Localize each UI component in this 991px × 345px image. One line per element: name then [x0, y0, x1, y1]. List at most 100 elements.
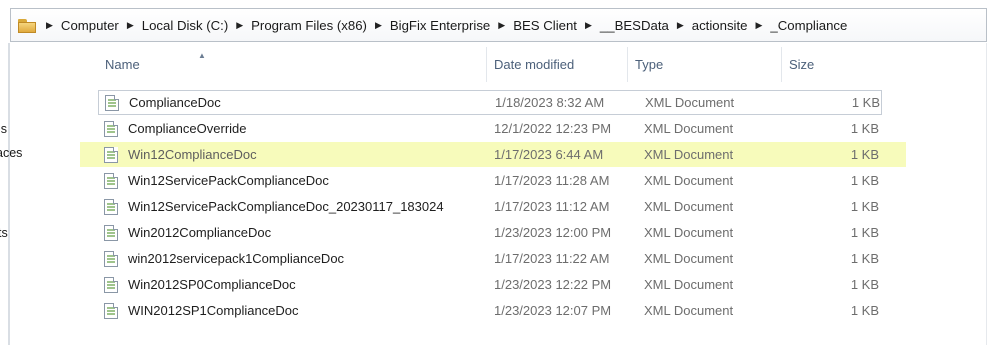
breadcrumb-besdata[interactable]: ▶ __BESData: [577, 18, 669, 33]
breadcrumb-computer[interactable]: ▶ Computer: [38, 18, 119, 33]
breadcrumb-label[interactable]: __BESData: [600, 18, 669, 33]
file-row[interactable]: WIN2012SP1ComplianceDoc 1/23/2023 12:07 …: [98, 298, 882, 323]
file-date: 1/17/2023 11:22 AM: [494, 251, 610, 266]
xml-file-icon: [104, 120, 118, 137]
chevron-right-icon[interactable]: ▶: [46, 20, 53, 31]
file-name: Win2012ComplianceDoc: [128, 225, 272, 240]
chevron-right-icon[interactable]: ▶: [498, 20, 505, 31]
file-date: 1/18/2023 8:32 AM: [495, 95, 605, 110]
file-size: 1 KB: [850, 277, 879, 292]
file-name: ComplianceDoc: [129, 95, 221, 110]
file-size: 1 KB: [850, 147, 879, 162]
chevron-right-icon[interactable]: ▶: [127, 20, 134, 31]
breadcrumb-bigfix[interactable]: ▶ BigFix Enterprise: [367, 18, 490, 33]
file-date: 1/23/2023 12:07 PM: [494, 303, 612, 318]
column-header-label: Size: [789, 57, 815, 72]
breadcrumb-label[interactable]: _Compliance: [770, 18, 847, 33]
file-name: Win2012SP0ComplianceDoc: [128, 277, 296, 292]
file-size: 1 KB: [850, 173, 879, 188]
file-row[interactable]: win2012servicepack1ComplianceDoc 1/17/20…: [98, 246, 882, 271]
file-name-cell[interactable]: WIN2012SP1ComplianceDoc: [104, 298, 299, 323]
column-header-label: Type: [635, 57, 664, 72]
column-header-name[interactable]: Name: [98, 47, 487, 82]
file-name-cell[interactable]: win2012servicepack1ComplianceDoc: [104, 246, 344, 271]
file-name-cell[interactable]: Win12ServicePackComplianceDoc: [104, 168, 329, 193]
file-size: 1 KB: [850, 199, 879, 214]
nav-pane-divider[interactable]: [8, 43, 10, 345]
file-name: WIN2012SP1ComplianceDoc: [128, 303, 299, 318]
file-size: 1 KB: [850, 303, 879, 318]
chevron-right-icon[interactable]: ▶: [755, 20, 762, 31]
column-header-label: Name: [105, 57, 140, 72]
file-row[interactable]: Win12ServicePackComplianceDoc_20230117_1…: [98, 194, 882, 219]
xml-file-icon: [105, 94, 119, 111]
xml-file-icon: [104, 276, 118, 293]
file-name: Win12ComplianceDoc: [128, 147, 257, 162]
nav-item-partial[interactable]: ts: [0, 226, 8, 240]
file-name: ComplianceOverride: [128, 121, 247, 136]
file-row[interactable]: Win2012SP0ComplianceDoc 1/23/2023 12:22 …: [98, 272, 882, 297]
file-name-cell[interactable]: Win12ServicePackComplianceDoc_20230117_1…: [104, 194, 444, 219]
breadcrumb-label[interactable]: Computer: [61, 18, 119, 33]
file-date: 1/17/2023 11:12 AM: [494, 199, 610, 214]
breadcrumb-label[interactable]: actionsite: [692, 18, 748, 33]
xml-file-icon: [104, 302, 118, 319]
address-bar[interactable]: ▶ Computer ▶ Local Disk (C:) ▶ Program File…: [10, 8, 987, 42]
chevron-right-icon[interactable]: ▶: [375, 20, 382, 31]
file-date: 1/23/2023 12:22 PM: [494, 277, 612, 292]
xml-file-icon: [104, 224, 118, 241]
file-date: 1/17/2023 6:44 AM: [494, 147, 604, 162]
file-name: Win12ServicePackComplianceDoc: [128, 173, 329, 188]
column-header-date[interactable]: Date modified: [487, 47, 628, 82]
breadcrumb-local-disk[interactable]: ▶ Local Disk (C:): [119, 18, 228, 33]
sort-ascending-icon: ▲: [198, 51, 206, 60]
file-size: 1 KB: [850, 121, 879, 136]
file-name-cell[interactable]: ComplianceDoc: [105, 91, 221, 114]
chevron-right-icon[interactable]: ▶: [585, 20, 592, 31]
breadcrumb-label[interactable]: BigFix Enterprise: [390, 18, 490, 33]
file-name: Win12ServicePackComplianceDoc_20230117_1…: [128, 199, 444, 214]
file-type: XML Document: [644, 303, 734, 318]
file-name-cell[interactable]: ComplianceOverride: [104, 116, 247, 141]
file-date: 1/23/2023 12:00 PM: [494, 225, 612, 240]
file-row[interactable]: Win12ServicePackComplianceDoc 1/17/2023 …: [98, 168, 882, 193]
file-name: win2012servicepack1ComplianceDoc: [128, 251, 345, 266]
chevron-right-icon[interactable]: ▶: [236, 20, 243, 31]
breadcrumb-actionsite[interactable]: ▶ actionsite: [669, 18, 748, 33]
file-type: XML Document: [644, 225, 734, 240]
xml-file-icon: [104, 172, 118, 189]
file-name-cell[interactable]: Win12ComplianceDoc: [104, 142, 257, 167]
file-type: XML Document: [644, 173, 734, 188]
breadcrumb-label[interactable]: Program Files (x86): [251, 18, 367, 33]
file-name-cell[interactable]: Win2012SP0ComplianceDoc: [104, 272, 296, 297]
breadcrumb-label[interactable]: BES Client: [513, 18, 577, 33]
nav-item-partial[interactable]: aces: [0, 146, 22, 160]
file-type: XML Document: [644, 147, 734, 162]
file-row-highlighted[interactable]: Win12ComplianceDoc 1/17/2023 6:44 AM XML…: [80, 142, 906, 167]
file-date: 1/17/2023 11:28 AM: [494, 173, 610, 188]
breadcrumb-bes-client[interactable]: ▶ BES Client: [490, 18, 577, 33]
nav-item-partial[interactable]: ls: [0, 122, 7, 136]
column-header-size[interactable]: Size: [782, 47, 882, 82]
folder-icon: [18, 17, 38, 33]
xml-file-icon: [104, 198, 118, 215]
file-type: XML Document: [645, 95, 735, 110]
file-row[interactable]: ComplianceDoc 1/18/2023 8:32 AM XML Docu…: [98, 90, 882, 115]
file-type: XML Document: [644, 277, 734, 292]
file-size: 1 KB: [850, 225, 879, 240]
file-row[interactable]: ComplianceOverride 12/1/2022 12:23 PM XM…: [98, 116, 882, 141]
breadcrumb-label[interactable]: Local Disk (C:): [142, 18, 228, 33]
breadcrumb-compliance[interactable]: ▶ _Compliance: [747, 18, 847, 33]
file-name-cell[interactable]: Win2012ComplianceDoc: [104, 220, 271, 245]
chevron-right-icon[interactable]: ▶: [677, 20, 684, 31]
file-type: XML Document: [644, 251, 734, 266]
xml-file-icon: [104, 146, 118, 163]
file-type: XML Document: [644, 121, 734, 136]
column-header-type[interactable]: Type: [628, 47, 782, 82]
file-date: 12/1/2022 12:23 PM: [494, 121, 612, 136]
file-row[interactable]: Win2012ComplianceDoc 1/23/2023 12:00 PM …: [98, 220, 882, 245]
file-type: XML Document: [644, 199, 734, 214]
file-size: 1 KB: [851, 95, 880, 110]
breadcrumb-program-files[interactable]: ▶ Program Files (x86): [228, 18, 367, 33]
column-header-label: Date modified: [494, 57, 575, 72]
